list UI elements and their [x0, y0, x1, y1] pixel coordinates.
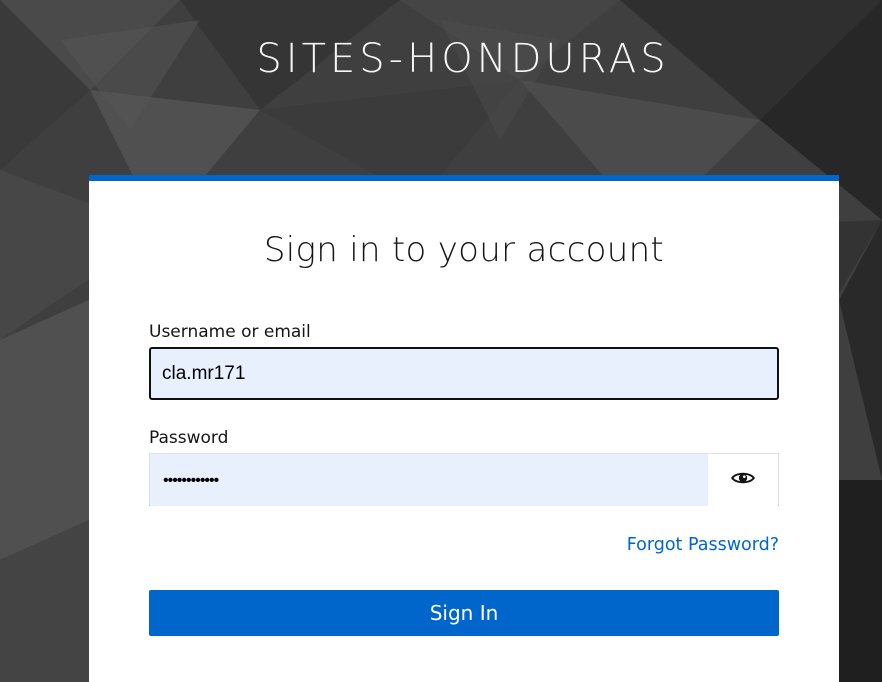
login-page: SITES-HONDURAS Sign in to your account U… [0, 0, 882, 682]
realm-title: SITES-HONDURAS [256, 36, 670, 82]
sign-in-button[interactable]: Sign In [149, 590, 779, 636]
password-group: •••••••••••• [149, 453, 779, 506]
password-label: Password [149, 428, 229, 448]
login-card: Sign in to your account Username or emai… [89, 175, 839, 682]
password-field[interactable]: •••••••••••• [150, 454, 708, 506]
eye-icon [730, 468, 756, 492]
forgot-password-link[interactable]: Forgot Password? [627, 533, 779, 557]
show-password-button[interactable] [708, 454, 778, 506]
page-title: Sign in to your account [263, 230, 665, 270]
username-label: Username or email [149, 322, 311, 342]
username-field[interactable]: cla.mr171 [149, 347, 779, 400]
